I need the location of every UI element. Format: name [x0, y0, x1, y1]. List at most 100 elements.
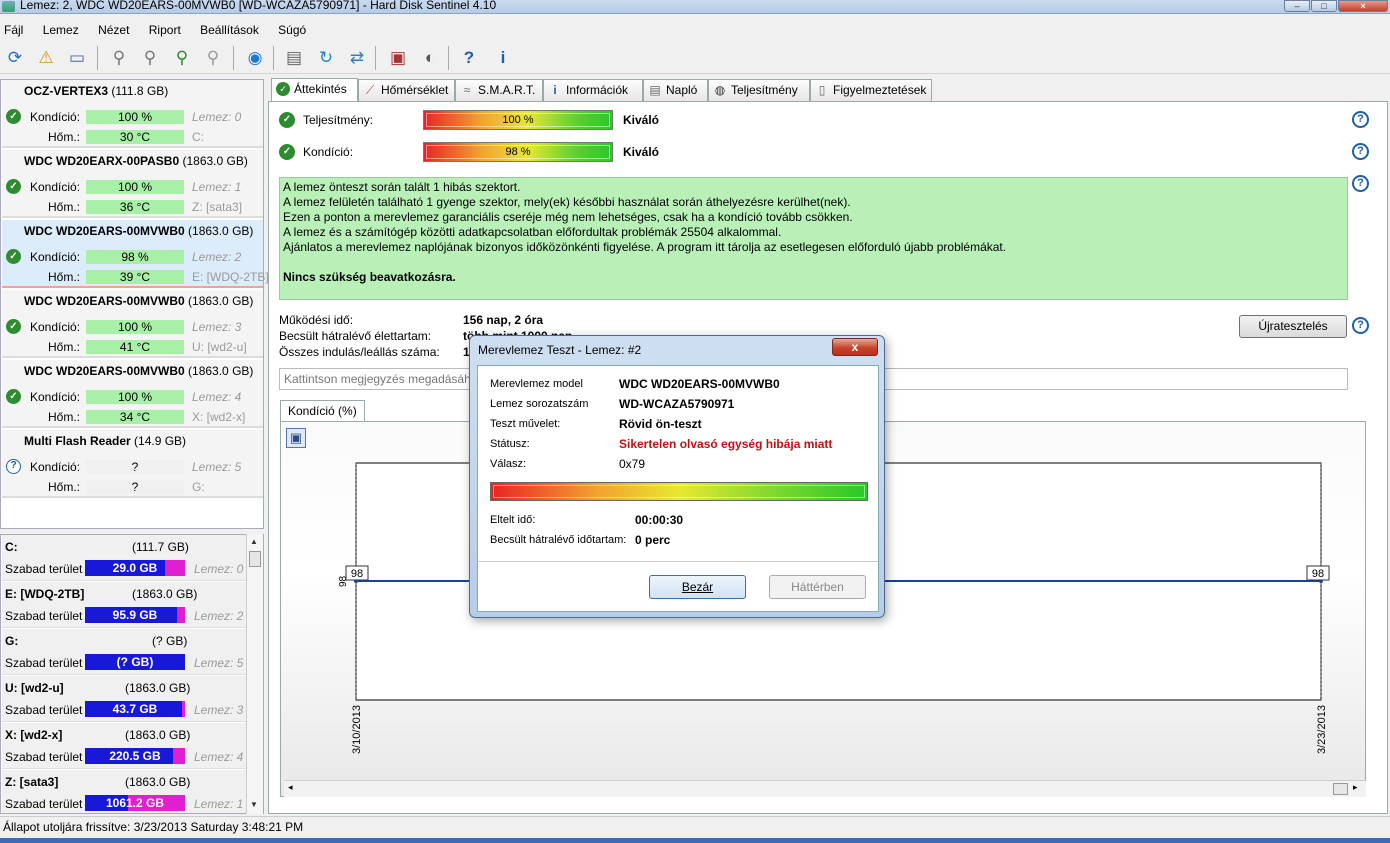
condition-bar: 100 %: [86, 390, 184, 404]
volume-scrollbar[interactable]: ▲ ▼: [246, 534, 263, 814]
volume-item[interactable]: Z: [sata3] (1863.0 GB) Szabad terület 10…: [2, 770, 246, 813]
satellite-warn-icon[interactable]: ⚲: [137, 45, 163, 71]
volume-item[interactable]: G: (? GB) Szabad terület (? GB) Lemez: 5: [2, 629, 246, 675]
volume-disk: Lemez: 5: [194, 656, 244, 670]
disk-index: Lemez: 2: [192, 250, 242, 264]
volume-size: (1863.0 GB): [125, 728, 191, 742]
refresh-2-icon[interactable]: ↻: [313, 45, 339, 71]
satellite-off-icon[interactable]: ⚲: [200, 45, 226, 71]
menu-report[interactable]: Riport: [149, 20, 181, 40]
volume-list-panel: C: (111.7 GB) Szabad terület 29.0 GB Lem…: [0, 534, 264, 814]
disk-item-selected[interactable]: WDC WD20EARS-00MVWB0 (1863.0 GB) ✓ Kondí…: [2, 220, 269, 288]
help-icon[interactable]: ?: [1352, 143, 1369, 160]
disk-item[interactable]: OCZ-VERTEX3 (111.8 GB) ✓ Kondíció: 100 %…: [2, 80, 263, 148]
warning-icon[interactable]: ⚠: [33, 45, 59, 71]
disk-item[interactable]: Multi Flash Reader (14.9 GB) ? Kondíció:…: [2, 430, 263, 498]
tab-performance[interactable]: ◍ Teljesítmény: [708, 79, 810, 101]
satellite-ok-icon[interactable]: ⚲: [169, 45, 195, 71]
disk-icon[interactable]: ▭: [64, 45, 90, 71]
tab-temperature[interactable]: ⟋ Hőmérséklet: [358, 79, 455, 101]
status-value: Sikertelen olvasó egység hibája miatt: [619, 437, 833, 451]
menu-file[interactable]: Fájl: [4, 20, 23, 40]
globe-icon[interactable]: ◉: [242, 45, 268, 71]
free-space-label: Szabad terület: [5, 703, 83, 717]
menu-bar: Fájl Lemez Nézet Riport Beállítások Súgó: [0, 20, 1390, 40]
scroll-right-icon[interactable]: ▸: [1353, 782, 1358, 793]
menu-help[interactable]: Súgó: [278, 20, 306, 40]
drive-letter: C:: [192, 130, 204, 144]
temperature-label: Hőm.:: [48, 410, 81, 424]
data-label: 98: [351, 568, 363, 580]
free-space-label: Szabad terület: [5, 750, 83, 764]
volume-item[interactable]: C: (111.7 GB) Szabad terület 29.0 GB Lem…: [2, 535, 246, 581]
background-button[interactable]: Háttérben: [769, 575, 866, 599]
satellite-icon[interactable]: ⚲: [106, 45, 132, 71]
condition-label: Kondíció:: [30, 460, 81, 474]
help-icon[interactable]: ?: [1352, 111, 1369, 128]
disk-item[interactable]: WDC WD20EARS-00MVWB0 (1863.0 GB) ✓ Kondí…: [2, 290, 263, 358]
close-button[interactable]: Bezár: [649, 575, 746, 599]
disk-size: (111.8 GB): [111, 84, 169, 98]
window-close-button[interactable]: ×: [1338, 0, 1388, 12]
condition-bar: 100 %: [86, 110, 184, 124]
tab-smart[interactable]: ≈ S.M.A.R.T.: [455, 79, 543, 101]
message-line: Ajánlatos a merevlemez naplójának bizony…: [283, 240, 1007, 254]
menu-settings[interactable]: Beállítások: [200, 20, 259, 40]
chart-scrollbar[interactable]: ◂ ▸: [284, 780, 1366, 797]
disk-index: Lemez: 5: [192, 460, 242, 474]
tab-alerts[interactable]: ▯ Figyelmeztetések: [810, 79, 932, 101]
maximize-button[interactable]: □: [1311, 0, 1337, 12]
scroll-thumb[interactable]: [1333, 783, 1348, 795]
retest-button[interactable]: Újratesztelés: [1239, 315, 1347, 338]
scroll-up-icon[interactable]: ▲: [250, 537, 258, 546]
tab-log[interactable]: ▤ Napló: [643, 79, 708, 101]
condition-label: Kondíció:: [303, 145, 354, 159]
help-icon[interactable]: ?: [1352, 317, 1369, 334]
volume-item[interactable]: X: [wd2-x] (1863.0 GB) Szabad terület 22…: [2, 723, 246, 769]
menu-disk[interactable]: Lemez: [43, 20, 79, 40]
disk-name: OCZ-VERTEX3: [24, 84, 109, 98]
volume-size: (1863.0 GB): [132, 587, 198, 601]
volume-disk: Lemez: 2: [194, 609, 244, 623]
help-icon[interactable]: ?: [1352, 175, 1369, 192]
temperature-bar: ?: [86, 480, 184, 494]
sound-icon[interactable]: ◐: [417, 45, 443, 71]
scroll-left-icon[interactable]: ◂: [288, 782, 293, 793]
volume-disk: Lemez: 0: [194, 562, 244, 576]
report-icon[interactable]: ▤: [281, 45, 307, 71]
settings-icon[interactable]: ▣: [385, 45, 411, 71]
refresh-icon[interactable]: ⟳: [2, 45, 28, 71]
volume-name: E: [WDQ-2TB]: [5, 587, 85, 601]
check-icon: ✓: [279, 112, 295, 128]
free-space-bar: 1061.2 GB: [85, 795, 185, 811]
chart-tab-condition[interactable]: Kondíció (%): [280, 400, 365, 422]
check-icon: ✓: [6, 319, 21, 334]
dialog-close-button[interactable]: x: [832, 338, 878, 356]
performance-bar: 100 %: [423, 110, 613, 130]
scroll-thumb[interactable]: [249, 551, 261, 567]
lifetime-label: Becsült hátralévő élettartam:: [279, 329, 432, 343]
network-icon[interactable]: ⇄: [344, 45, 370, 71]
disk-item[interactable]: WDC WD20EARS-00MVWB0 (1863.0 GB) ✓ Kondí…: [2, 360, 263, 428]
disk-size: (1863.0 GB): [188, 364, 254, 378]
check-icon: ✓: [279, 144, 295, 160]
check-icon: ✓: [6, 249, 21, 264]
tab-information[interactable]: i Információk: [543, 79, 643, 101]
y-axis-label: 98: [338, 575, 349, 587]
status-label: Státusz:: [490, 438, 530, 450]
info-icon[interactable]: i: [490, 45, 516, 71]
minimize-button[interactable]: –: [1284, 0, 1310, 12]
volume-name: C:: [5, 540, 18, 554]
volume-item[interactable]: E: [WDQ-2TB] (1863.0 GB) Szabad terület …: [2, 582, 246, 628]
scroll-down-icon[interactable]: ▼: [250, 800, 258, 809]
tab-label: Információk: [566, 83, 629, 97]
help-icon[interactable]: ?: [456, 45, 482, 71]
disk-item[interactable]: WDC WD20EARX-00PASB0 (1863.0 GB) ✓ Kondí…: [2, 150, 263, 218]
volume-item[interactable]: U: [wd2-u] (1863.0 GB) Szabad terület 43…: [2, 676, 246, 722]
menu-view[interactable]: Nézet: [98, 20, 129, 40]
temperature-label: Hőm.:: [48, 130, 81, 144]
condition-label: Kondíció:: [30, 390, 81, 404]
tab-overview[interactable]: ✓ Áttekintés: [271, 78, 358, 101]
status-bar: Állapot utoljára frissítve: 3/23/2013 Sa…: [0, 816, 1390, 838]
remaining-value: 0 perc: [635, 533, 671, 547]
